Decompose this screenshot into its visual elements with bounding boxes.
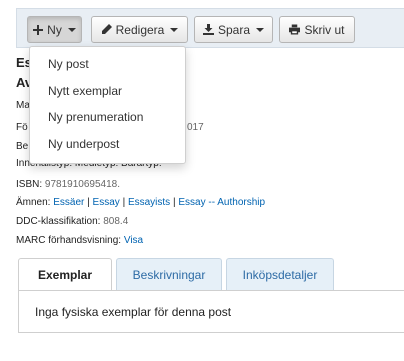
menu-item-new-record[interactable]: Ny post [30,51,185,78]
tab-descriptions[interactable]: Beskrivningar [116,258,222,290]
record-field-fragment: Fö [16,122,28,133]
ddc-value: 808.4 [103,216,129,227]
subjects-line: Ämnen: Essäer | Essay | Essayists | Essa… [16,197,266,208]
edit-button-label: Redigera [115,22,165,37]
chevron-down-icon [67,27,76,32]
record-field-fragment: Ma [16,100,30,111]
record-year-fragment: 017 [187,122,204,133]
plus-icon [33,24,44,35]
marc-preview-link[interactable]: Visa [124,235,143,246]
marc-label: MARC förhandsvisning: [16,235,122,246]
marc-line: MARC förhandsvisning: Visa [16,235,143,246]
subjects-label: Ämnen: [16,197,51,208]
isbn-label: ISBN: [16,179,43,190]
new-dropdown-menu: Ny post Nytt exemplar Ny prenumeration N… [29,46,186,164]
chevron-down-icon [170,27,179,32]
subject-link[interactable]: Essäer [53,197,84,208]
no-items-message: Inga fysiska exemplar för denna post [35,304,232,319]
save-dropdown-button[interactable]: Spara [194,16,273,43]
download-icon [202,24,214,35]
chevron-down-icon [256,27,265,32]
new-dropdown-button[interactable]: Ny [27,16,82,43]
record-field-fragment: Be [16,141,29,152]
print-icon [289,24,301,35]
ddc-label: DDC-klassifikation: [16,216,101,227]
new-button-label: Ny [47,22,62,37]
subject-link[interactable]: Essayists [128,197,170,208]
menu-item-new-item[interactable]: Nytt exemplar [30,78,185,105]
ddc-line: DDC-klassifikation: 808.4 [16,216,128,227]
menu-item-new-child-record[interactable]: Ny underpost [30,131,185,158]
edit-dropdown-button[interactable]: Redigera [91,16,188,43]
save-button-label: Spara [217,22,251,37]
record-toolbar: Ny Redigera Spara Skriv ut [16,8,404,48]
isbn-value: 9781910695418. [44,179,120,190]
tab-items[interactable]: Exemplar [18,258,112,291]
subject-link[interactable]: Essay -- Authorship [178,197,265,208]
pencil-icon [101,24,112,35]
items-panel: Inga fysiska exemplar för denna post [18,290,404,333]
print-button-label: Skriv ut [304,22,345,37]
menu-item-new-subscription[interactable]: Ny prenumeration [30,104,185,131]
isbn-line: ISBN: 9781910695418. [16,179,120,190]
tab-acquisition-details[interactable]: Inköpsdetaljer [226,258,334,290]
subject-link[interactable]: Essay [93,197,120,208]
print-button[interactable]: Skriv ut [279,16,355,43]
